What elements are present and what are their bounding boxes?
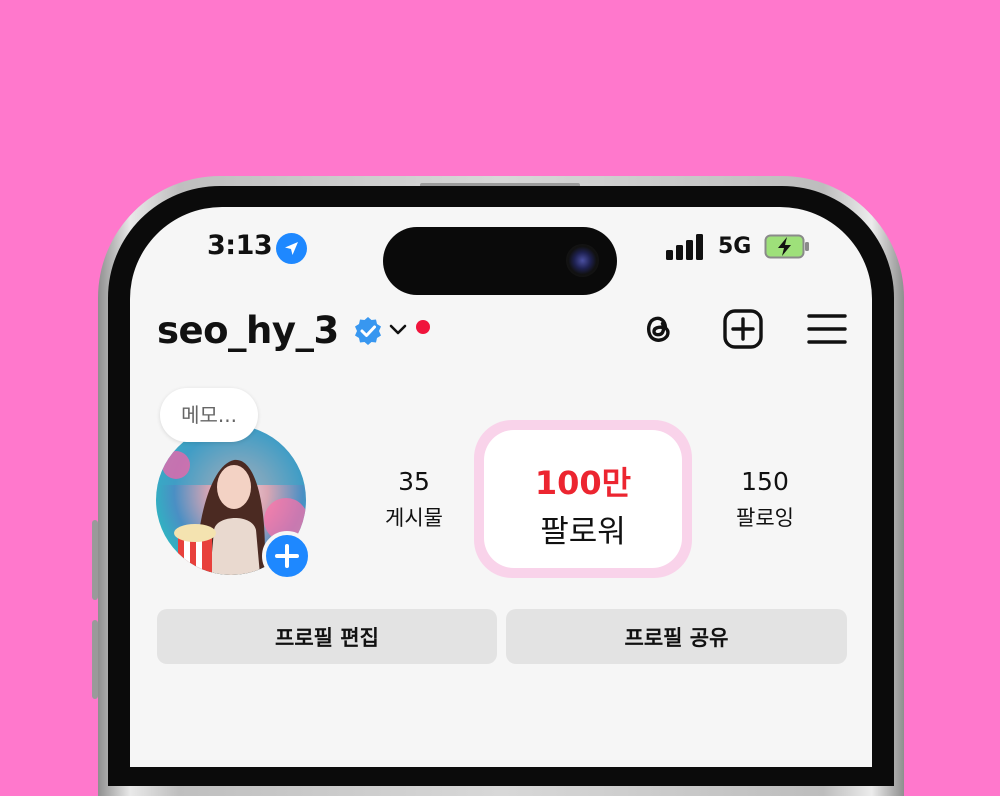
menu-icon[interactable] xyxy=(806,308,848,350)
status-time: 3:13 xyxy=(207,230,273,261)
followers-label: 팔로워 xyxy=(540,514,626,550)
share-profile-button[interactable]: 프로필 공유 xyxy=(506,609,847,664)
memo-bubble[interactable]: 메모... xyxy=(160,388,258,442)
chevron-down-icon[interactable] xyxy=(388,320,408,340)
battery-charging-icon xyxy=(764,234,809,259)
plus-icon[interactable] xyxy=(262,531,312,581)
profile-username[interactable]: seo_hy_3 xyxy=(157,309,339,352)
threads-icon[interactable] xyxy=(638,308,680,350)
phone-side-button xyxy=(92,620,98,699)
cellular-signal-icon xyxy=(666,234,703,260)
network-type: 5G xyxy=(718,234,752,259)
front-camera xyxy=(566,244,599,277)
verified-badge-icon xyxy=(355,317,381,345)
location-arrow-icon xyxy=(276,233,307,264)
posts-label: 게시물 xyxy=(385,506,443,530)
edit-profile-button[interactable]: 프로필 편집 xyxy=(157,609,497,664)
notification-dot xyxy=(416,320,430,334)
following-count[interactable]: 150 xyxy=(705,467,825,496)
followers-count: 100만 xyxy=(534,464,632,502)
phone-side-button xyxy=(92,520,98,600)
add-post-icon[interactable] xyxy=(722,308,764,350)
posts-count[interactable]: 35 xyxy=(354,467,474,496)
following-label: 팔로잉 xyxy=(736,506,794,530)
